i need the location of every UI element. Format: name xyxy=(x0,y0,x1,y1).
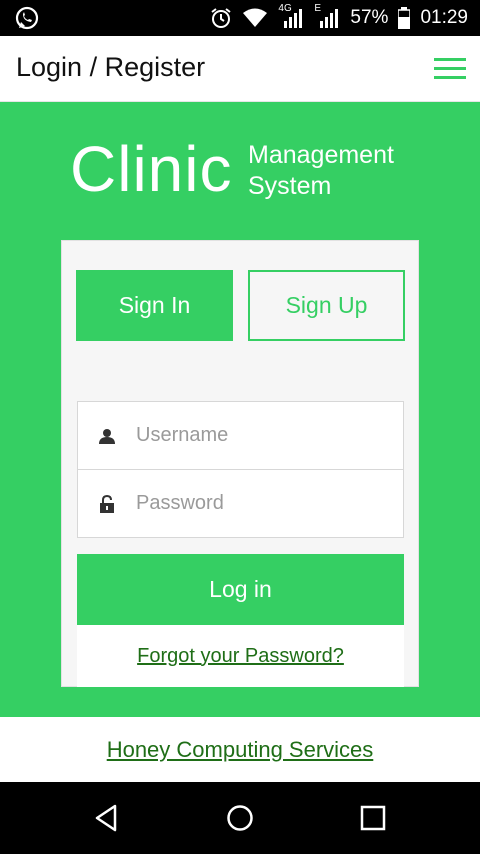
user-icon xyxy=(78,428,136,444)
login-section: Clinic Management System Sign In Sign Up xyxy=(0,102,480,717)
recent-apps-icon[interactable] xyxy=(355,800,391,836)
username-input[interactable] xyxy=(136,424,386,447)
wifi-icon xyxy=(242,8,268,28)
signal-icon: E xyxy=(314,3,340,29)
login-card: Sign In Sign Up Log in Fo xyxy=(61,240,419,687)
tab-sign-in[interactable]: Sign In xyxy=(76,270,233,341)
home-icon[interactable] xyxy=(222,800,258,836)
username-field[interactable] xyxy=(77,401,404,470)
battery-icon xyxy=(398,7,411,29)
brand-title: Clinic xyxy=(70,133,233,205)
login-button[interactable]: Log in xyxy=(77,554,404,625)
tab-sign-up[interactable]: Sign Up xyxy=(248,270,405,341)
brand-subtitle-line1: Management xyxy=(248,141,394,169)
system-nav-bar xyxy=(0,782,480,854)
battery-percent: 57% xyxy=(350,7,389,28)
status-bar: 4G E 57% 01:29 xyxy=(0,0,480,36)
whatsapp-icon xyxy=(14,6,40,30)
back-icon[interactable] xyxy=(89,800,125,836)
page-title: Login / Register xyxy=(16,52,206,82)
forgot-password-link[interactable]: Forgot your Password? xyxy=(137,645,344,668)
brand-subtitle-line2: System xyxy=(248,172,332,200)
password-field[interactable] xyxy=(77,469,404,538)
app-bar: Login / Register xyxy=(0,36,480,102)
brand-subtitle: Management System xyxy=(248,140,394,202)
forgot-container: Forgot your Password? xyxy=(77,625,404,687)
footer-company-link[interactable]: Honey Computing Services xyxy=(107,737,374,763)
signal-4g: 4G xyxy=(278,3,304,29)
menu-icon[interactable] xyxy=(434,56,466,82)
footer: Honey Computing Services xyxy=(0,717,480,782)
clock: 01:29 xyxy=(420,7,468,28)
password-input[interactable] xyxy=(136,492,386,515)
lock-icon xyxy=(78,494,136,513)
alarm-icon xyxy=(210,7,232,29)
